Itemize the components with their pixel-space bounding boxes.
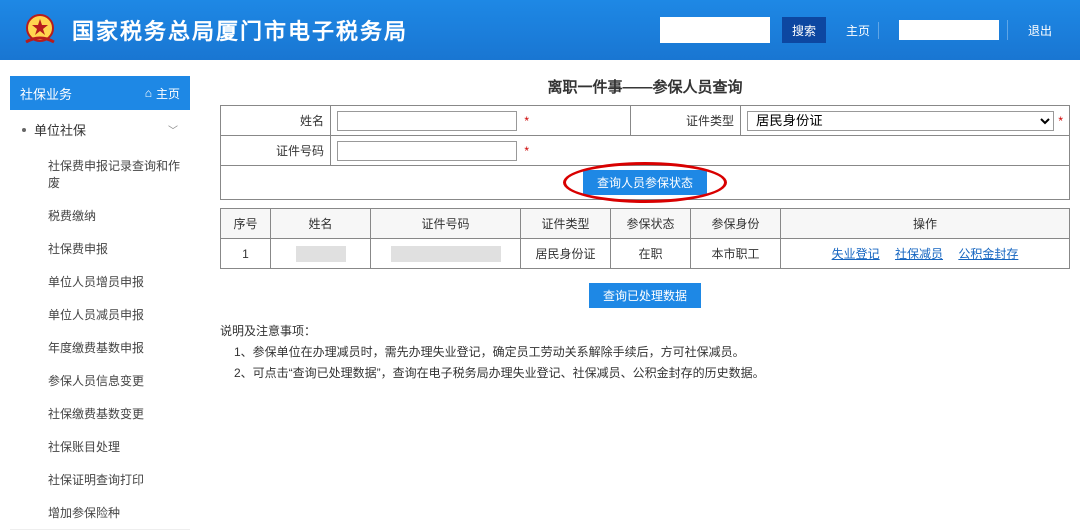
sidebar-parent-label: 单位社保 (34, 120, 86, 139)
cell-certno (371, 239, 521, 269)
user-name (891, 20, 1008, 40)
home-icon: ⌂ (145, 86, 152, 100)
op-social-remove[interactable]: 社保减员 (895, 247, 943, 261)
sidebar-item[interactable]: 社保缴费基数变更 (40, 397, 190, 430)
result-table: 序号 姓名 证件号码 证件类型 参保状态 参保身份 操作 1 居民身份证 在职 … (220, 208, 1070, 269)
sidebar-item[interactable]: 单位人员减员申报 (40, 298, 190, 331)
sidebar-item[interactable]: 增加参保险种 (40, 496, 190, 529)
tax-emblem-icon (20, 10, 60, 50)
col-seq: 序号 (221, 209, 271, 239)
col-identity: 参保身份 (691, 209, 781, 239)
col-certno: 证件号码 (371, 209, 521, 239)
col-certtype: 证件类型 (521, 209, 611, 239)
sidebar-item[interactable]: 社保费申报记录查询和作废 (40, 149, 190, 199)
sidebar-home-link[interactable]: ⌂ 主页 (145, 85, 180, 102)
note-item: 2、可点击“查询已处理数据”，查询在电子税务局办理失业登记、社保减员、公积金封存… (234, 364, 1070, 381)
search-input[interactable] (660, 17, 770, 43)
cert-type-label: 证件类型 (631, 106, 741, 136)
required-icon: * (1058, 114, 1063, 128)
col-name: 姓名 (271, 209, 371, 239)
name-label: 姓名 (221, 106, 331, 136)
page-title: 离职一件事——参保人员查询 (220, 76, 1070, 97)
highlight-oval: 查询人员参保状态 (583, 170, 707, 195)
op-unemployment[interactable]: 失业登记 (832, 247, 880, 261)
sidebar-item[interactable]: 参保人员信息变更 (40, 364, 190, 397)
main: 离职一件事——参保人员查询 姓名 * 证件类型 居民身份证 * (190, 76, 1070, 530)
op-fund-seal[interactable]: 公积金封存 (958, 247, 1018, 261)
home-link[interactable]: 主页 (838, 22, 879, 39)
sidebar-item[interactable]: 社保证明查询打印 (40, 463, 190, 496)
required-icon: * (524, 144, 529, 158)
logout-link[interactable]: 退出 (1020, 22, 1060, 39)
cell-ops: 失业登记 社保减员 公积金封存 (781, 239, 1070, 269)
header: 国家税务总局厦门市电子税务局 搜索 主页 退出 (0, 0, 1080, 60)
cert-no-input[interactable] (337, 141, 517, 161)
sidebar-item[interactable]: 税费缴纳 (40, 199, 190, 232)
sidebar-section-label: 社保业务 (20, 84, 72, 103)
sidebar-title: 社保业务 ⌂ 主页 (10, 76, 190, 110)
notes-title: 说明及注意事项： (220, 322, 1070, 339)
query-form: 姓名 * 证件类型 居民身份证 * 证件号码 (220, 105, 1070, 200)
sidebar-parent-unit-social[interactable]: 单位社保 ﹀ (10, 110, 190, 149)
note-item: 1、参保单位在办理减员时，需先办理失业登记，确定员工劳动关系解除手续后，方可社保… (234, 343, 1070, 360)
sidebar: 社保业务 ⌂ 主页 单位社保 ﹀ 社保费申报记录查询和作废 税费缴纳 社保费申报… (10, 76, 190, 530)
cell-status: 在职 (611, 239, 691, 269)
site-title: 国家税务总局厦门市电子税务局 (72, 14, 408, 46)
col-status: 参保状态 (611, 209, 691, 239)
col-ops: 操作 (781, 209, 1070, 239)
name-input[interactable] (337, 111, 517, 131)
chevron-down-icon: ﹀ (168, 122, 178, 137)
required-icon: * (524, 114, 529, 128)
notes: 说明及注意事项： 1、参保单位在办理减员时，需先办理失业登记，确定员工劳动关系解… (220, 322, 1070, 381)
sidebar-home-label: 主页 (156, 85, 180, 102)
cell-name (271, 239, 371, 269)
search-button[interactable]: 搜索 (782, 17, 826, 43)
query-status-button[interactable]: 查询人员参保状态 (583, 170, 707, 195)
cert-no-label: 证件号码 (221, 136, 331, 166)
query-processed-button[interactable]: 查询已处理数据 (589, 283, 701, 308)
cell-identity: 本市职工 (691, 239, 781, 269)
sidebar-item[interactable]: 年度缴费基数申报 (40, 331, 190, 364)
sidebar-item[interactable]: 社保费申报 (40, 232, 190, 265)
cert-type-select[interactable]: 居民身份证 (747, 111, 1054, 131)
cell-certtype: 居民身份证 (521, 239, 611, 269)
sidebar-item[interactable]: 社保账目处理 (40, 430, 190, 463)
table-row: 1 居民身份证 在职 本市职工 失业登记 社保减员 公积金封存 (221, 239, 1070, 269)
header-right: 搜索 主页 退出 (660, 17, 1060, 43)
cell-seq: 1 (221, 239, 271, 269)
bullet-icon (22, 128, 26, 132)
sidebar-item[interactable]: 单位人员增员申报 (40, 265, 190, 298)
